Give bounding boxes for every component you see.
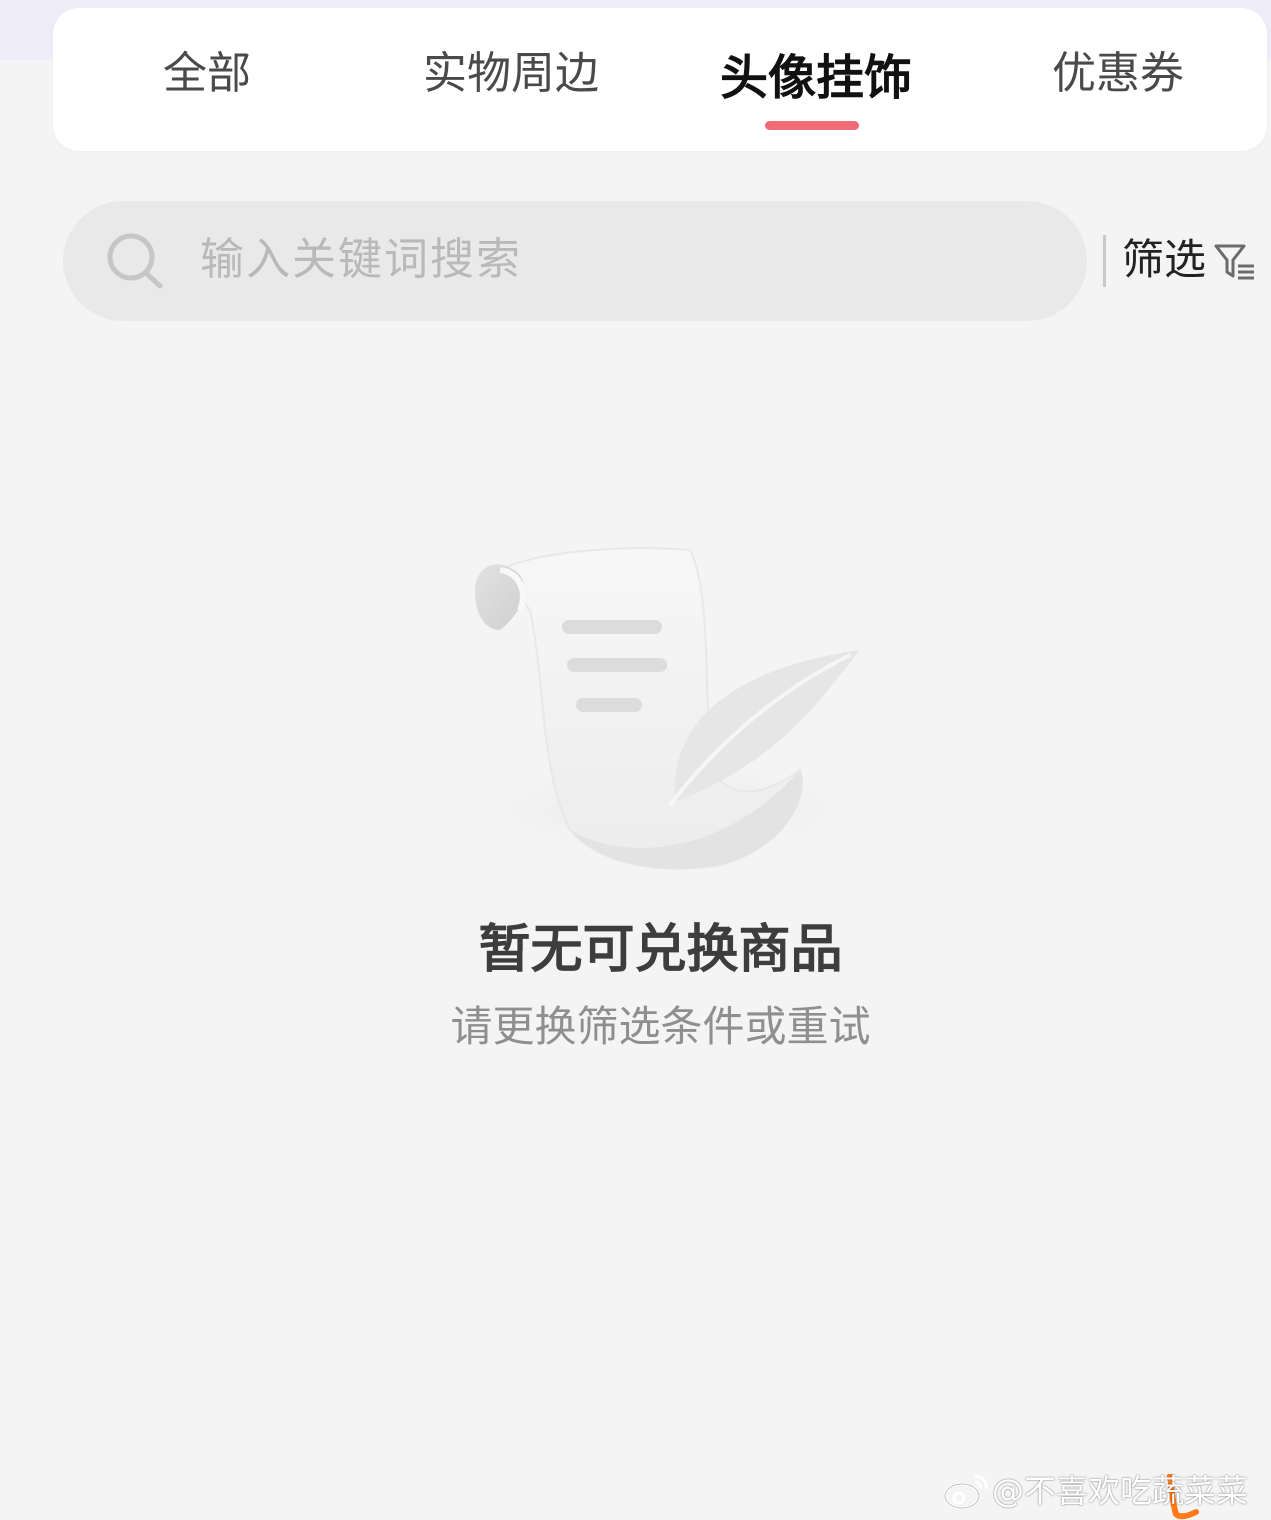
- active-tab-indicator: [765, 121, 859, 130]
- tab-physical-merch[interactable]: 实物周边: [423, 44, 599, 114]
- watermark-text: @不喜欢吃蔬菜菜: [992, 1472, 1249, 1510]
- filter-label: 筛选: [1122, 235, 1207, 284]
- filter-button[interactable]: 筛选: [1122, 228, 1262, 292]
- search-placeholder: 输入关键词搜索: [200, 234, 522, 285]
- weibo-icon: [943, 1474, 988, 1510]
- empty-state-title: 暂无可兑换商品: [478, 920, 843, 980]
- watermark: @不喜欢吃蔬菜菜: [942, 1464, 1268, 1518]
- empty-state-subtitle: 请更换筛选条件或重试: [450, 1002, 871, 1051]
- search-filter-divider: [1103, 235, 1106, 287]
- tab-coupons[interactable]: 优惠券: [1052, 44, 1184, 114]
- scroll-feather-illustration: [450, 547, 890, 870]
- filter-icon: [1214, 244, 1254, 280]
- tab-avatar-decorations[interactable]: 头像挂饰: [720, 48, 912, 118]
- search-icon: [107, 233, 163, 289]
- tab-all[interactable]: 全部: [163, 44, 251, 114]
